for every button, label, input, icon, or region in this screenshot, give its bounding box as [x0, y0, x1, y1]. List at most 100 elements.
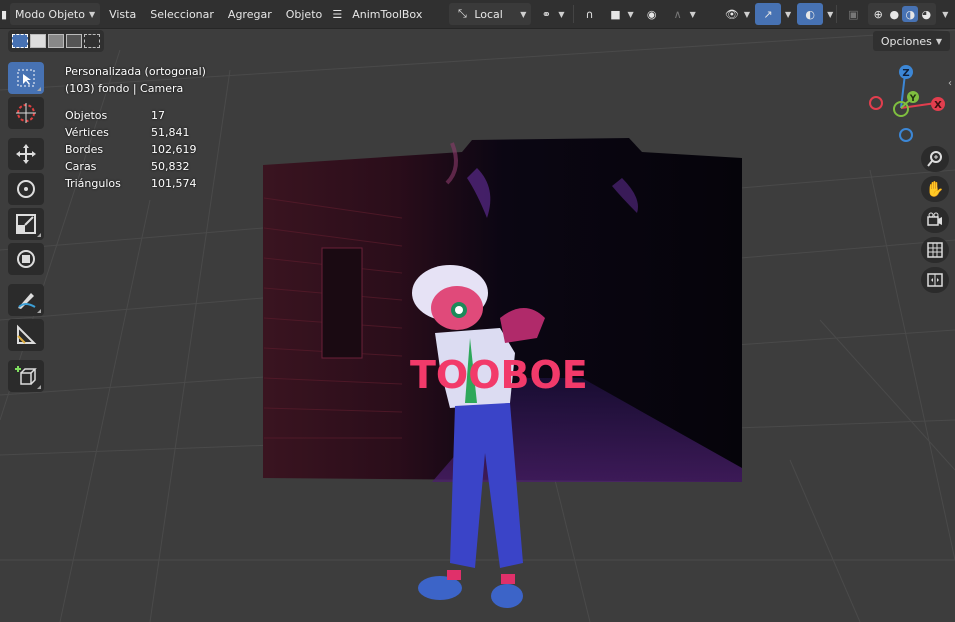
tool-annotate[interactable] — [8, 284, 44, 316]
overlay-toggle[interactable]: ◐ — [797, 3, 824, 25]
local-view-button[interactable] — [921, 267, 949, 293]
mode-label: Modo Objeto — [15, 7, 85, 21]
viewport-header: ▮ Modo Objeto ▼ Vista Seleccionar Agregar… — [0, 0, 955, 29]
gizmo-dropdown-icon[interactable]: ▼ — [785, 10, 791, 19]
overlay-icon: ◐ — [805, 7, 815, 21]
menu-vista[interactable]: Vista — [102, 3, 143, 25]
tool-select-box[interactable] — [8, 62, 44, 94]
rendered-shading-icon[interactable]: ◕ — [918, 6, 934, 22]
gizmo-icon: ↗ — [763, 7, 773, 21]
axis-neg-z-handle[interactable] — [899, 128, 913, 142]
mode-selector[interactable]: Modo Objeto ▼ — [10, 3, 101, 25]
wireframe-shading-icon[interactable]: ⊕ — [870, 6, 886, 22]
stat-value: 50,832 — [151, 160, 190, 173]
stat-row: Bordes 102,619 — [65, 141, 206, 158]
transform-orientation-icon: ⤡ — [457, 7, 467, 20]
hand-icon: ✋ — [925, 180, 945, 198]
character-model[interactable]: TOOBOE — [405, 258, 605, 618]
xray-toggle[interactable]: ▣ — [840, 3, 866, 25]
snap-icon: ∩ — [585, 7, 594, 21]
transform-orientation-label: Local — [474, 7, 503, 21]
menu-seleccionar[interactable]: Seleccionar — [143, 3, 221, 25]
select-intersect-icon[interactable] — [84, 34, 100, 48]
tool-cursor[interactable] — [8, 97, 44, 129]
scene-statistics: Objetos 17 Vértices 51,841 Bordes 102,619 C… — [65, 107, 206, 192]
axis-z-label: Z — [902, 68, 909, 79]
transform-orientation-dropdown[interactable]: ⤡ Local ▼ — [449, 3, 532, 25]
tool-move[interactable] — [8, 138, 44, 170]
select-extend-icon[interactable] — [30, 34, 46, 48]
stat-label: Objetos — [65, 109, 108, 122]
camera-view-button[interactable] — [921, 207, 949, 233]
grid-icon — [927, 242, 943, 258]
tool-transform[interactable] — [8, 243, 44, 275]
stat-value: 17 — [151, 109, 165, 122]
menu-objeto[interactable]: Objeto — [279, 3, 330, 25]
pivot-point-dropdown[interactable]: ⚭ ▼ — [533, 3, 569, 25]
gizmo-toggle[interactable]: ↗ — [754, 3, 781, 25]
menu-animtoolbox[interactable]: AnimToolBox — [345, 3, 429, 25]
proportional-edit-icon: ◉ — [646, 7, 657, 21]
select-box-icon — [17, 69, 35, 87]
stat-label: Bordes — [65, 143, 104, 156]
frame-icon — [927, 273, 943, 287]
falloff-icon: ∧ — [673, 7, 682, 21]
axis-y-label: Y — [909, 94, 917, 104]
object-info: (103) fondo | Camera — [65, 82, 184, 95]
axis-x-label: X — [934, 100, 942, 111]
falloff-dropdown[interactable]: ∧ ▼ — [665, 3, 701, 25]
visibility-dropdown[interactable]: 👁 ▼ — [719, 3, 755, 25]
proportional-edit-toggle[interactable]: ◉ — [639, 3, 665, 25]
scale-icon — [16, 214, 36, 234]
axis-neg-x-handle[interactable] — [869, 96, 883, 110]
view-name: Personalizada (ortogonal) — [65, 65, 206, 78]
viewport-info-overlay: Personalizada (ortogonal) (103) fondo | … — [65, 63, 206, 192]
scene-text: TOOBOE — [410, 353, 588, 397]
visibility-icon: 👁 — [724, 7, 739, 21]
stat-row: Objetos 17 — [65, 107, 206, 124]
cursor-icon — [16, 103, 36, 123]
pan-button[interactable]: ✋ — [921, 176, 949, 202]
zoom-button[interactable] — [921, 146, 949, 172]
tool-rotate[interactable] — [8, 173, 44, 205]
stat-label: Triángulos — [65, 177, 121, 190]
options-dropdown[interactable]: Opciones ▼ — [872, 31, 950, 51]
menu-agregar[interactable]: Agregar — [221, 3, 279, 25]
navigation-gizmo[interactable]: Z X Y — [862, 62, 952, 152]
zoom-icon — [927, 151, 942, 167]
pivot-icon: ⚭ — [541, 7, 551, 21]
select-new-icon[interactable] — [12, 34, 28, 48]
snap-toggle[interactable]: ∩ — [577, 3, 603, 25]
material-shading-icon[interactable]: ◑ — [902, 6, 919, 22]
snap-element-dropdown[interactable]: ■ ▼ — [603, 3, 639, 25]
stat-row: Caras 50,832 — [65, 158, 206, 175]
tool-scale[interactable] — [8, 208, 44, 240]
selection-mode-group — [8, 30, 104, 52]
stat-label: Caras — [65, 160, 97, 173]
measure-icon — [17, 324, 37, 344]
toggle-perspective-button[interactable] — [921, 237, 949, 263]
tool-shelf — [8, 62, 46, 395]
solid-shading-icon[interactable]: ● — [886, 6, 902, 22]
snap-target-icon: ■ — [610, 7, 621, 21]
move-icon — [16, 144, 36, 164]
hamburger-icon[interactable]: ☰ — [329, 6, 345, 22]
tool-add-cube[interactable] — [8, 360, 44, 392]
stat-value: 51,841 — [151, 126, 190, 139]
select-subtract-icon[interactable] — [48, 34, 64, 48]
add-cube-icon — [15, 366, 37, 385]
options-label: Opciones — [880, 34, 932, 48]
stat-row: Vértices 51,841 — [65, 124, 206, 141]
select-invert-icon[interactable] — [66, 34, 82, 48]
overlay-dropdown-icon[interactable]: ▼ — [827, 10, 833, 19]
sidebar-toggle-icon[interactable]: ‹ — [948, 78, 955, 92]
stat-label: Vértices — [65, 126, 109, 139]
annotate-icon — [18, 293, 36, 309]
shading-dropdown-icon[interactable]: ▼ — [942, 10, 948, 19]
shading-modes: ⊕ ● ◑ ◕ — [868, 3, 937, 25]
tool-measure[interactable] — [8, 319, 44, 351]
rotate-icon — [17, 180, 35, 198]
stat-value: 101,574 — [151, 177, 197, 190]
editor-type-icon[interactable]: ▮ — [0, 6, 8, 22]
camera-icon — [927, 212, 942, 226]
